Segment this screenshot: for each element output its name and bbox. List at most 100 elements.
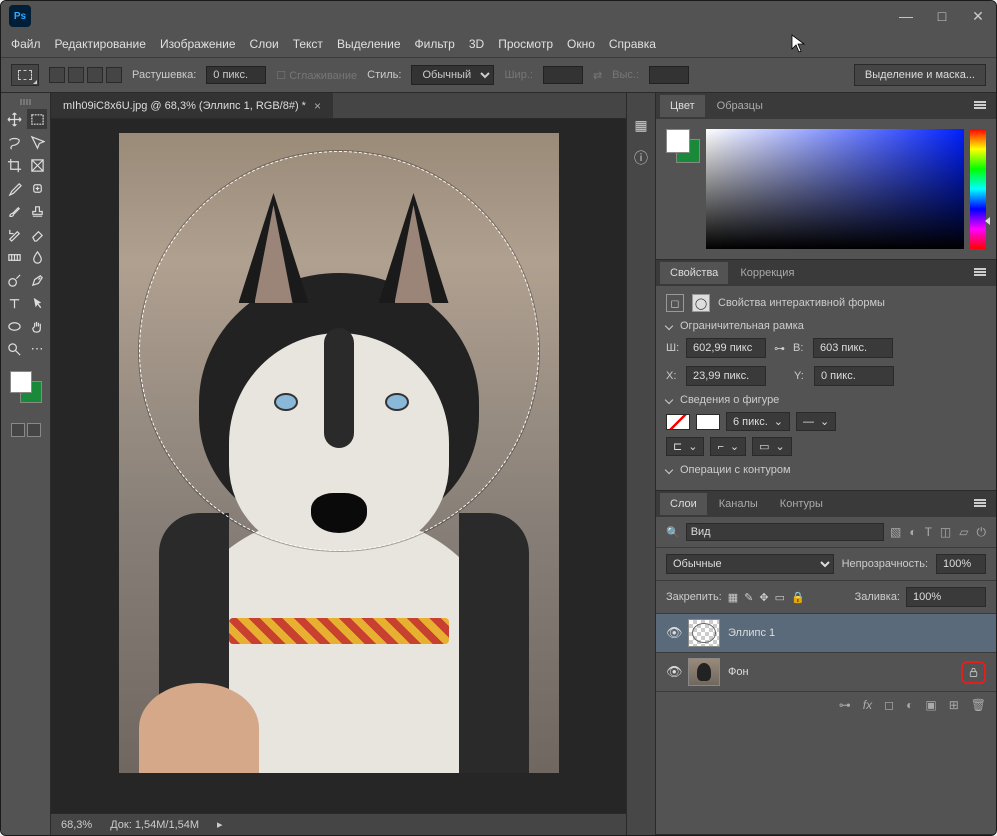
- layer-thumb[interactable]: [688, 658, 720, 686]
- zoom-tool-icon[interactable]: [4, 339, 24, 359]
- tab-color[interactable]: Цвет: [660, 95, 705, 117]
- tab-properties[interactable]: Свойства: [660, 262, 728, 284]
- canvas-viewport[interactable]: [51, 119, 626, 813]
- blur-tool-icon[interactable]: [27, 247, 47, 267]
- width-input[interactable]: [686, 338, 766, 358]
- gradient-tool-icon[interactable]: [4, 247, 24, 267]
- healing-tool-icon[interactable]: [27, 178, 47, 198]
- fx-icon[interactable]: fx: [863, 698, 872, 712]
- document-tab[interactable]: mIh09iC8x6U.jpg @ 68,3% (Эллипс 1, RGB/8…: [51, 93, 333, 118]
- eyedropper-tool-icon[interactable]: [4, 178, 24, 198]
- brush-tool-icon[interactable]: [4, 201, 24, 221]
- edit-toolbar-icon[interactable]: ⋯: [27, 339, 47, 359]
- filter-smart-icon[interactable]: ▱: [959, 525, 968, 540]
- panel-menu-icon[interactable]: [968, 100, 992, 112]
- cap-select[interactable]: ⊏ ⌄: [666, 437, 704, 456]
- zoom-level[interactable]: 68,3%: [61, 819, 92, 831]
- tab-layers[interactable]: Слои: [660, 493, 707, 515]
- style-select[interactable]: Обычный: [411, 65, 494, 85]
- group-icon[interactable]: ▣: [925, 698, 936, 712]
- stroke-swatch[interactable]: [696, 414, 720, 430]
- minimize-button[interactable]: —: [896, 8, 916, 25]
- menu-3d[interactable]: 3D: [469, 37, 484, 51]
- lock-artboard-icon[interactable]: ▭: [775, 591, 785, 604]
- color-field[interactable]: [706, 129, 964, 249]
- menu-file[interactable]: Файл: [11, 37, 41, 51]
- stroke-width-select[interactable]: 6 пикс. ⌄: [726, 412, 790, 431]
- menu-filter[interactable]: Фильтр: [415, 37, 455, 51]
- layer-name[interactable]: Эллипс 1: [728, 627, 986, 639]
- ellipse-shape-tool-icon[interactable]: [4, 316, 24, 336]
- hue-slider[interactable]: [970, 129, 986, 249]
- feather-input[interactable]: [206, 66, 266, 84]
- new-layer-icon[interactable]: ⊞: [949, 698, 959, 712]
- doc-size[interactable]: Док: 1,54M/1,54M: [110, 819, 199, 831]
- hand-tool-icon[interactable]: [27, 316, 47, 336]
- menu-image[interactable]: Изображение: [160, 37, 236, 51]
- layer-item-background[interactable]: 👁 Фон: [656, 653, 996, 692]
- mask-icon[interactable]: ◻: [884, 698, 894, 712]
- layer-filter-input[interactable]: [686, 523, 884, 541]
- pen-tool-icon[interactable]: [27, 270, 47, 290]
- menu-select[interactable]: Выделение: [337, 37, 401, 51]
- filter-pixel-icon[interactable]: ▧: [890, 525, 901, 540]
- filter-shape-icon[interactable]: ◫: [940, 525, 951, 540]
- fill-swatch[interactable]: [666, 414, 690, 430]
- layer-name[interactable]: Фон: [728, 666, 953, 678]
- tab-paths[interactable]: Контуры: [770, 493, 833, 515]
- info-panel-icon[interactable]: ⓘ: [634, 148, 648, 168]
- menu-text[interactable]: Текст: [293, 37, 323, 51]
- filter-adjust-icon[interactable]: ◐: [909, 525, 916, 540]
- stamp-tool-icon[interactable]: [27, 201, 47, 221]
- height-input[interactable]: [813, 338, 893, 358]
- visibility-toggle-icon[interactable]: 👁: [666, 625, 680, 641]
- path-select-tool-icon[interactable]: [27, 293, 47, 313]
- menu-view[interactable]: Просмотр: [498, 37, 553, 51]
- menu-window[interactable]: Окно: [567, 37, 595, 51]
- selection-mode-icons[interactable]: [49, 67, 122, 83]
- quickmask-screenmode[interactable]: [11, 423, 41, 437]
- align-select[interactable]: ▭ ⌄: [752, 437, 792, 456]
- crop-tool-icon[interactable]: [4, 155, 24, 175]
- panel-color-swatches[interactable]: [666, 129, 700, 163]
- visibility-toggle-icon[interactable]: 👁: [666, 664, 680, 680]
- link-layers-icon[interactable]: ⊶: [839, 698, 851, 712]
- blend-mode-select[interactable]: Обычные: [666, 554, 834, 574]
- panel-menu-icon[interactable]: [968, 498, 992, 510]
- tab-swatches[interactable]: Образцы: [707, 95, 773, 117]
- y-input[interactable]: [814, 366, 894, 386]
- ops-section[interactable]: Операции с контуром: [666, 464, 986, 476]
- background-lock-icon[interactable]: [961, 661, 986, 684]
- filter-toggle[interactable]: ⏻: [977, 525, 987, 540]
- lock-all-icon[interactable]: 🔒: [791, 591, 805, 604]
- layer-thumb[interactable]: [688, 619, 720, 647]
- x-input[interactable]: [686, 366, 766, 386]
- menu-help[interactable]: Справка: [609, 37, 656, 51]
- move-tool-icon[interactable]: [4, 109, 24, 129]
- stroke-style-select[interactable]: — ⌄: [796, 412, 836, 431]
- bbox-section[interactable]: Ограничительная рамка: [666, 320, 986, 332]
- lock-trans-icon[interactable]: ▦: [728, 591, 738, 604]
- lasso-tool-icon[interactable]: [4, 132, 24, 152]
- history-brush-tool-icon[interactable]: [4, 224, 24, 244]
- menu-edit[interactable]: Редактирование: [55, 37, 146, 51]
- filter-type-icon[interactable]: T: [925, 525, 932, 540]
- quick-select-tool-icon[interactable]: [27, 132, 47, 152]
- adjustment-icon[interactable]: ◐: [906, 698, 913, 712]
- layer-item-ellipse[interactable]: 👁 Эллипс 1: [656, 614, 996, 653]
- delete-layer-icon[interactable]: 🗑: [971, 698, 986, 712]
- type-tool-icon[interactable]: [4, 293, 24, 313]
- panel-menu-icon[interactable]: [968, 267, 992, 279]
- tab-adjustments[interactable]: Коррекция: [730, 262, 804, 284]
- marquee-tool-icon[interactable]: [27, 109, 47, 129]
- current-tool-icon[interactable]: [11, 64, 39, 86]
- color-picker[interactable]: [10, 371, 42, 403]
- opacity-input[interactable]: [936, 554, 986, 574]
- dodge-tool-icon[interactable]: [4, 270, 24, 290]
- fill-input[interactable]: [906, 587, 986, 607]
- tab-channels[interactable]: Каналы: [709, 493, 768, 515]
- eraser-tool-icon[interactable]: [27, 224, 47, 244]
- lock-pixels-icon[interactable]: ✎: [744, 591, 753, 604]
- corner-select[interactable]: ⌐ ⌄: [710, 437, 746, 456]
- maximize-button[interactable]: □: [932, 8, 952, 25]
